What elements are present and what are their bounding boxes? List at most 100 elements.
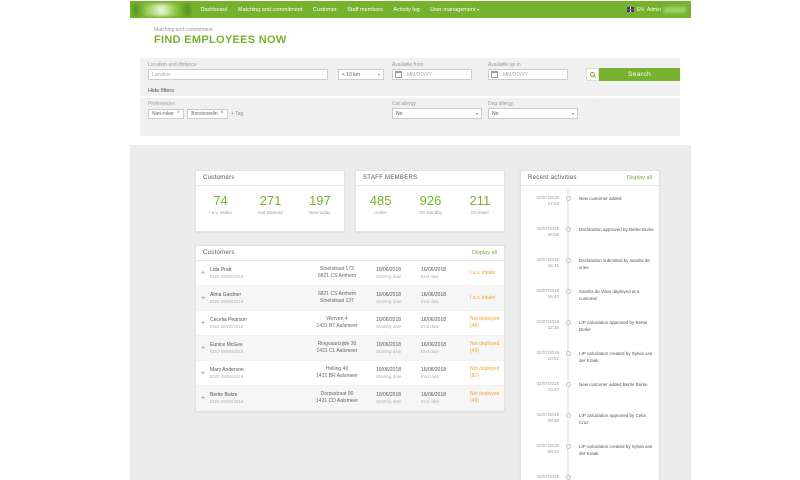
table-row: + Lida Pratt EDD 09/06/2018 Sloetstraat … xyxy=(196,261,504,286)
customers-table-card: Customers Display all + Lida Pratt EDD 0… xyxy=(195,245,505,412)
calendar-icon[interactable] xyxy=(395,71,402,78)
nav-item[interactable]: Matching and commitment xyxy=(233,7,308,13)
display-all-customers-link[interactable]: Display all xyxy=(472,250,497,256)
table-row: + Bertie Bukre EDD 08/06/2018 Dorpsstraa… xyxy=(196,386,504,411)
timeline-track xyxy=(559,188,577,219)
preference-tag-label: Borstvoedin xyxy=(191,110,218,117)
stat-value: 197 xyxy=(309,193,331,208)
end-date: 16/06/2018 xyxy=(421,342,447,348)
customer-address-cell: Helling 49 1431 BR Aalsmeer xyxy=(298,366,376,380)
activity-text xyxy=(577,467,659,480)
activity-text: LIP calculation approved by Bertie Burke xyxy=(579,320,648,332)
nav-item[interactable]: Customer xyxy=(308,7,342,13)
expand-row-button[interactable]: + xyxy=(196,295,210,302)
preferences-tags: Niet-roker × Borstvoedin × xyxy=(148,108,261,119)
remove-tag-icon[interactable]: × xyxy=(176,110,180,117)
display-all-activities-link[interactable]: Display all xyxy=(627,175,652,181)
customer-name-cell: Cecelia Pearson EDD 08/06/2018 xyxy=(210,317,298,329)
activity-text: Declaration approved by Bertie Burke xyxy=(579,227,654,232)
user-menu-label[interactable]: Admin xyxy=(647,7,661,13)
status-text: Not deployed xyxy=(470,366,500,372)
preference-tag[interactable]: Borstvoedin × xyxy=(187,108,228,119)
activity-time: 16:59 xyxy=(547,232,559,238)
starting-date-cell: 10/06/2018 Starting date xyxy=(376,392,421,404)
activities-timeline: 02/07/2018 17:04 New customer added 02/0… xyxy=(521,186,659,480)
starting-date-label: Starting date xyxy=(376,274,402,279)
navbar-right: EN Admin xyxy=(626,6,691,13)
customer-address-cell: Ringvaartzijde 30 1431 CL Aalsmeer xyxy=(298,341,376,355)
calendar-icon[interactable] xyxy=(491,71,498,78)
nav-item[interactable]: Activity log xyxy=(389,7,426,13)
chevron-down-icon: ▾ xyxy=(475,111,478,116)
activity-time: 16:40 xyxy=(547,294,559,300)
nav-item[interactable]: User management ▾ xyxy=(426,7,484,13)
end-date: 16/06/2018 xyxy=(421,317,447,323)
activity-time: 09:24 xyxy=(547,449,559,455)
nav-item[interactable]: Dashboard xyxy=(196,7,233,13)
timeline-node-icon xyxy=(565,413,571,418)
activity-timestamp: 02/07/2018 17:04 xyxy=(521,188,559,219)
available-up-to-input[interactable] xyxy=(500,70,567,79)
end-date-cell: 16/06/2018 End date xyxy=(421,367,466,379)
expand-row-button[interactable]: + xyxy=(196,320,210,327)
starting-date-label: Starting date xyxy=(376,349,402,354)
cat-allergy-select[interactable]: No ▾ xyxy=(392,108,482,119)
customer-address-cell: Sloetstraat 173 6821 CS Arnhem xyxy=(298,266,376,280)
app-logo[interactable] xyxy=(134,3,190,16)
filters-divider xyxy=(140,96,680,98)
activity-time: 12:28 xyxy=(547,325,559,331)
search-button[interactable]: Search xyxy=(599,68,680,81)
staff-stats-header: STAFF MEMBERS xyxy=(356,171,504,186)
customer-edd: EDD 09/06/2018 xyxy=(210,374,244,379)
starting-date: 10/06/2018 xyxy=(376,367,402,373)
language-selector[interactable]: EN xyxy=(637,7,644,13)
search-icon-button[interactable] xyxy=(586,68,599,81)
customer-name: Lida Pratt xyxy=(210,267,232,273)
timeline-node-icon xyxy=(565,382,571,387)
filters-panel: Location and distance < 10 km ▾ Availabl… xyxy=(140,58,680,136)
hide-filters-link[interactable]: Hide filters xyxy=(148,88,174,94)
staff-stats-row: 485 Active 926 On standby 211 On leave xyxy=(356,186,504,215)
customers-stats-card: Customers 74 I.a.v. intake 271 Not plann… xyxy=(195,170,345,232)
expand-row-button[interactable]: + xyxy=(196,370,210,377)
customer-name-cell: Eunice McGee EDD 09/06/2018 xyxy=(210,342,298,354)
stat-value: 74 xyxy=(213,193,228,208)
customer-name-cell: Bertie Bukre EDD 08/06/2018 xyxy=(210,392,298,404)
timeline-track xyxy=(559,374,577,405)
starting-date-cell: 10/06/2018 Starting date xyxy=(376,367,421,379)
dog-allergy-select[interactable]: No ▾ xyxy=(488,108,578,119)
available-from-input[interactable] xyxy=(404,70,471,79)
customer-address-cell: 6821 CS Arnhem Sloetstraat 137 xyxy=(298,291,376,305)
activity-timestamp: 02/07/2018 10:37 xyxy=(521,374,559,405)
status-cell: Not deployed (49) xyxy=(466,341,504,355)
remove-tag-icon[interactable]: × xyxy=(220,110,224,117)
starting-date: 10/06/2018 xyxy=(376,342,402,348)
address-line1: Helling 49 xyxy=(325,366,349,373)
top-navbar: Dashboard Matching and commitment Custom… xyxy=(130,1,691,18)
expand-row-button[interactable]: + xyxy=(196,345,210,352)
starting-date-label: Starting date xyxy=(376,374,402,379)
customers-stats-row: 74 I.a.v. intake 271 Not planned 197 New… xyxy=(196,186,344,215)
add-tag-input[interactable] xyxy=(230,110,261,117)
customers-table-header: Customers Display all xyxy=(196,246,504,261)
end-date-cell: 16/06/2018 End date xyxy=(421,342,466,354)
expand-row-button[interactable]: + xyxy=(196,395,210,402)
activity-time: 10:52 xyxy=(547,356,559,362)
table-row: + Cecelia Pearson EDD 08/06/2018 Werven … xyxy=(196,311,504,336)
location-input[interactable] xyxy=(149,70,327,79)
nav-item[interactable]: Staff members xyxy=(343,7,389,13)
nav-item-label: Matching and commitment xyxy=(237,6,303,13)
starting-date-cell: 10/06/2018 Starting date xyxy=(376,267,421,279)
dashboard-area: Customers 74 I.a.v. intake 271 Not plann… xyxy=(130,145,691,480)
preference-tag[interactable]: Niet-roker × xyxy=(148,108,185,119)
app-page: Dashboard Matching and commitment Custom… xyxy=(130,0,691,480)
distance-select[interactable]: < 10 km ▾ xyxy=(338,69,384,80)
activity-timestamp: 02/07/2018 09:56 xyxy=(521,405,559,436)
stat-value: 271 xyxy=(259,193,282,208)
expand-row-button[interactable]: + xyxy=(196,270,210,277)
starting-date-cell: 10/06/2018 Starting date xyxy=(376,342,421,354)
activity-date: 02/07/2018 xyxy=(536,474,559,479)
flag-icon-en[interactable] xyxy=(626,7,634,12)
breadcrumb: Matching and commitment xyxy=(154,27,213,33)
starting-date-label: Starting date xyxy=(376,324,402,329)
